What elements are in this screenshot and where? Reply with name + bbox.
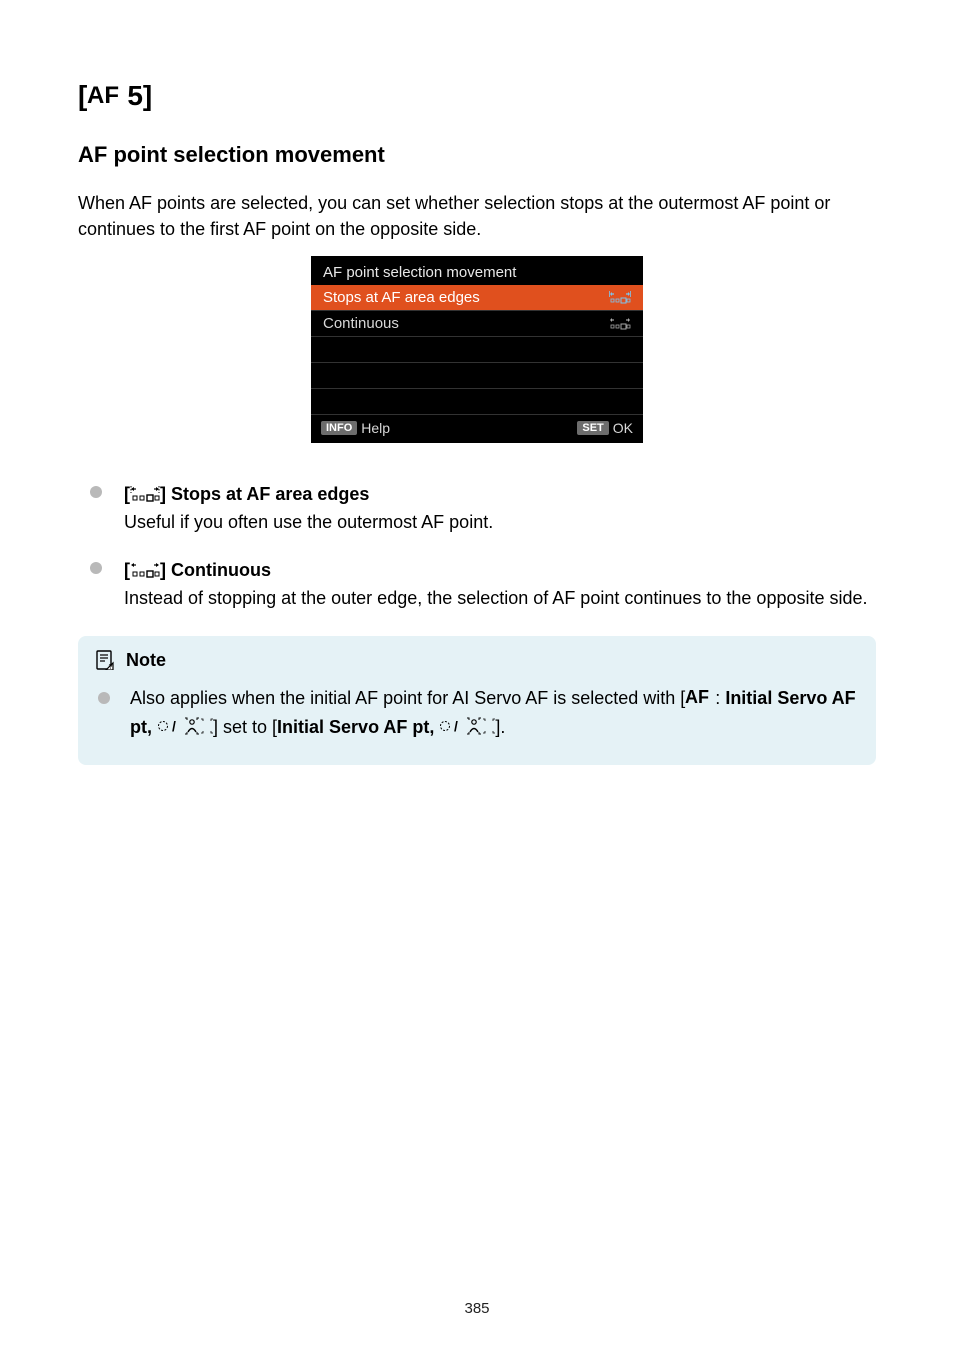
screenshot-option-stops: Stops at AF area edges [311, 285, 643, 311]
continuous-icon [609, 317, 631, 331]
servo-pt-icon: / [439, 716, 495, 743]
page-number: 385 [0, 1300, 954, 1317]
ok-text: OK [613, 420, 633, 436]
help-text: Help [361, 420, 390, 436]
screenshot-row-blank [311, 363, 643, 389]
svg-text:AF: AF [87, 83, 119, 107]
bullet-icon [90, 562, 102, 574]
camera-screenshot: AF point selection movement Stops at AF … [78, 256, 876, 443]
bullet-icon [90, 486, 102, 498]
info-help-hint: INFO Help [321, 420, 390, 436]
note-label: Note [126, 650, 166, 671]
section-title: AF point selection movement [78, 142, 876, 168]
svg-text:?: ? [109, 664, 113, 670]
note-text-5: Initial Servo AF pt, [277, 717, 439, 737]
af-tab-icon: AF [87, 82, 127, 114]
set-badge: SET [577, 421, 608, 435]
option-desc: Useful if you often use the outermost AF… [124, 509, 876, 535]
tab-number: 5 [127, 80, 143, 111]
note-box: ? Note Also applies when the initial AF … [78, 636, 876, 765]
continuous-mode-icon [130, 559, 160, 585]
set-ok-hint: SET OK [577, 420, 633, 436]
info-badge: INFO [321, 421, 357, 435]
option-continuous: [ ] Continuous Instead of stopping at th… [78, 557, 876, 611]
screenshot-title: AF point selection movement [311, 256, 643, 285]
option-desc: Instead of stopping at the outer edge, t… [124, 585, 876, 611]
af-menu-icon: AF [685, 687, 715, 714]
option-heading: [ ] Continuous [124, 560, 271, 580]
intro-paragraph: When AF points are selected, you can set… [78, 190, 876, 242]
screenshot-option-label: Continuous [323, 315, 399, 332]
note-text-1: Also applies when the initial AF point f… [130, 688, 685, 708]
screenshot-option-continuous: Continuous [311, 311, 643, 337]
note-header: ? Note [96, 650, 858, 671]
tab-heading: [AF 5] [78, 80, 876, 114]
note-icon: ? [96, 650, 114, 670]
bullet-icon [98, 692, 110, 704]
options-list: [ ] Stops at AF area edges Useful if you… [78, 481, 876, 611]
option-stops: [ ] Stops at AF area edges Useful if you… [78, 481, 876, 535]
screenshot-row-blank [311, 389, 643, 415]
screenshot-row-blank [311, 337, 643, 363]
bracket-close: ] [143, 80, 152, 111]
option-title-text: Continuous [171, 560, 271, 580]
option-title-text: Stops at AF area edges [171, 484, 369, 504]
note-text-6: ]. [495, 717, 505, 737]
option-heading: [ ] Stops at AF area edges [124, 484, 369, 504]
stops-mode-icon [130, 483, 160, 509]
stops-icon [609, 291, 631, 305]
screenshot-option-label: Stops at AF area edges [323, 289, 480, 306]
bracket-open: [ [78, 80, 87, 111]
svg-text:AF: AF [685, 688, 709, 706]
note-body: Also applies when the initial AF point f… [96, 685, 858, 743]
note-text-2: : [715, 688, 725, 708]
svg-text:/: / [454, 718, 458, 734]
svg-text:/: / [172, 718, 176, 734]
note-text-4: ] set to [ [213, 717, 277, 737]
screenshot-footer: INFO Help SET OK [311, 415, 643, 443]
servo-pt-icon: / [157, 716, 213, 743]
